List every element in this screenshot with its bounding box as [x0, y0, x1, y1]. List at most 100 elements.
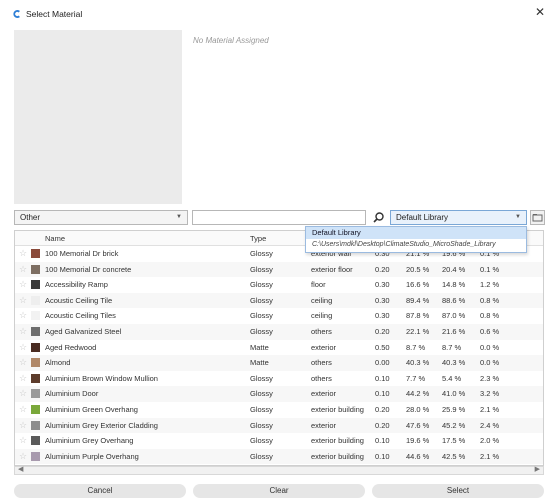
library-option-microshade[interactable]: C:\Users\mdkl\Desktop\ClimateStudio_Micr…	[306, 239, 526, 251]
favorite-star-icon[interactable]: ☆	[19, 404, 27, 415]
cancel-button[interactable]: Cancel	[14, 484, 186, 498]
header-name[interactable]: Name	[45, 234, 65, 243]
cell-roughness: 0.50	[375, 342, 390, 352]
favorite-star-icon[interactable]: ☆	[19, 342, 27, 353]
cell-type: Glossy	[250, 295, 273, 305]
table-row[interactable]: ☆ Aged Redwood Matte exterior 0.50 8.7 % 8.7 %…	[15, 340, 543, 356]
table-row[interactable]: ☆ 100 Memorial Dr concrete Glossy exterior …	[15, 261, 543, 278]
cell-type: Matte	[250, 358, 269, 368]
scroll-right-icon[interactable]: ▶	[535, 465, 540, 473]
library-option-default[interactable]: Default Library	[306, 227, 526, 239]
material-swatch	[31, 311, 40, 321]
category-value: Other	[20, 213, 41, 222]
favorite-star-icon[interactable]: ☆	[19, 279, 27, 290]
favorite-star-icon[interactable]: ☆	[19, 420, 27, 431]
favorite-star-icon[interactable]: ☆	[19, 326, 27, 337]
cell-diffuse: 42.5 %	[442, 451, 466, 461]
cell-specular: 0.0 %	[480, 358, 500, 368]
cell-diffuse: 21.6 %	[442, 327, 466, 336]
cell-name: Acoustic Ceiling Tile	[45, 295, 113, 305]
close-icon[interactable]: ✕	[535, 5, 545, 19]
no-material-label: No Material Assigned	[193, 36, 269, 45]
cell-type: Glossy	[250, 280, 273, 290]
cell-reflectance: 44.2 %	[406, 389, 430, 399]
library-folder-button[interactable]	[530, 210, 545, 225]
cell-category: exterior	[311, 420, 337, 430]
favorite-star-icon[interactable]: ☆	[19, 295, 27, 306]
cell-category: exterior	[311, 342, 337, 352]
cell-category: exterior floor	[311, 264, 353, 274]
cell-reflectance: 22.1 %	[406, 327, 430, 336]
cell-specular: 3.2 %	[480, 389, 500, 399]
cell-type: Glossy	[250, 420, 273, 430]
clear-button[interactable]: Clear	[193, 484, 365, 498]
category-dropdown[interactable]: Other ▼	[14, 210, 188, 225]
cell-specular: 2.0 %	[480, 436, 500, 446]
material-swatch	[31, 451, 40, 461]
table-row[interactable]: ☆ Aged Galvanized Steel Glossy others 0.20 22…	[15, 324, 543, 340]
material-swatch	[31, 264, 40, 274]
favorite-star-icon[interactable]: ☆	[19, 373, 27, 384]
favorite-star-icon[interactable]: ☆	[19, 357, 27, 368]
cell-category: floor	[311, 280, 326, 290]
cell-type: Glossy	[250, 389, 273, 399]
cell-diffuse: 8.7 %	[442, 342, 462, 352]
favorite-star-icon[interactable]: ☆	[19, 310, 27, 321]
cell-name: Aluminium Green Overhang	[45, 405, 138, 414]
table-row[interactable]: ☆ Aluminium Brown Window Mullion Glossy oth…	[15, 371, 543, 387]
cell-roughness: 0.10	[375, 373, 390, 383]
material-swatch	[31, 405, 40, 414]
cell-specular: 2.1 %	[480, 405, 500, 414]
material-swatch	[31, 280, 40, 290]
table-row[interactable]: ☆ Almond Matte others 0.00 40.3 % 40.3 % 0.0 %	[15, 355, 543, 371]
table-row[interactable]: ☆ Acoustic Ceiling Tile Glossy ceiling 0.30 8…	[15, 292, 543, 309]
folder-icon	[532, 214, 543, 222]
table-row[interactable]: ☆ Acoustic Ceiling Tiles Glossy ceiling 0.30…	[15, 308, 543, 324]
cell-diffuse: 41.0 %	[442, 389, 466, 399]
cell-reflectance: 16.6 %	[406, 280, 430, 290]
cell-reflectance: 8.7 %	[406, 342, 426, 352]
cell-diffuse: 5.4 %	[442, 373, 462, 383]
search-input[interactable]	[192, 210, 366, 225]
table-row[interactable]: ☆ Aluminium Grey Exterior Cladding Glossy e…	[15, 417, 543, 434]
cell-diffuse: 87.0 %	[442, 311, 466, 321]
cell-diffuse: 40.3 %	[442, 358, 466, 368]
library-dropdown[interactable]: Default Library ▼	[390, 210, 527, 225]
cell-category: exterior building	[311, 405, 364, 414]
material-swatch	[31, 358, 40, 368]
cell-specular: 2.3 %	[480, 373, 500, 383]
header-type[interactable]: Type	[250, 234, 266, 243]
cell-name: Almond	[45, 358, 71, 368]
title-bar: Select Material ✕	[0, 0, 549, 28]
cell-category: exterior building	[311, 436, 364, 446]
cell-roughness: 0.20	[375, 264, 390, 274]
window-title: Select Material	[26, 9, 83, 19]
cell-name: 100 Memorial Dr concrete	[45, 264, 132, 274]
favorite-star-icon[interactable]: ☆	[19, 435, 27, 446]
favorite-star-icon[interactable]: ☆	[19, 264, 27, 275]
material-swatch	[31, 295, 40, 305]
horizontal-scrollbar[interactable]: ◀ ▶	[14, 466, 544, 475]
cell-category: ceiling	[311, 295, 333, 305]
cell-specular: 2.4 %	[480, 420, 500, 430]
table-row[interactable]: ☆ Aluminium Green Overhang Glossy exterior …	[15, 402, 543, 418]
favorite-star-icon[interactable]: ☆	[19, 388, 27, 399]
table-row[interactable]: ☆ Aluminium Door Glossy exterior 0.10 44.2 % 4…	[15, 386, 543, 402]
cell-roughness: 0.30	[375, 311, 390, 321]
select-button[interactable]: Select	[372, 484, 544, 498]
cell-category: exterior building	[311, 451, 364, 461]
table-row[interactable]: ☆ Aluminium Purple Overhang Glossy exterior…	[15, 448, 543, 465]
cell-specular: 0.8 %	[480, 311, 500, 321]
material-swatch	[31, 436, 40, 446]
cell-roughness: 0.30	[375, 280, 390, 290]
cell-diffuse: 45.2 %	[442, 420, 466, 430]
favorite-star-icon[interactable]: ☆	[19, 451, 27, 462]
search-icon[interactable]	[372, 211, 385, 224]
favorite-star-icon[interactable]: ☆	[19, 248, 27, 259]
scroll-left-icon[interactable]: ◀	[18, 465, 23, 473]
material-swatch	[31, 373, 40, 383]
table-row[interactable]: ☆ Accessibility Ramp Glossy floor 0.30 16.6 %…	[15, 277, 543, 293]
table-row[interactable]: ☆ Aluminium Grey Overhang Glossy exterior b…	[15, 433, 543, 449]
cell-name: Aluminium Grey Overhang	[45, 436, 134, 446]
cell-diffuse: 25.9 %	[442, 405, 466, 414]
